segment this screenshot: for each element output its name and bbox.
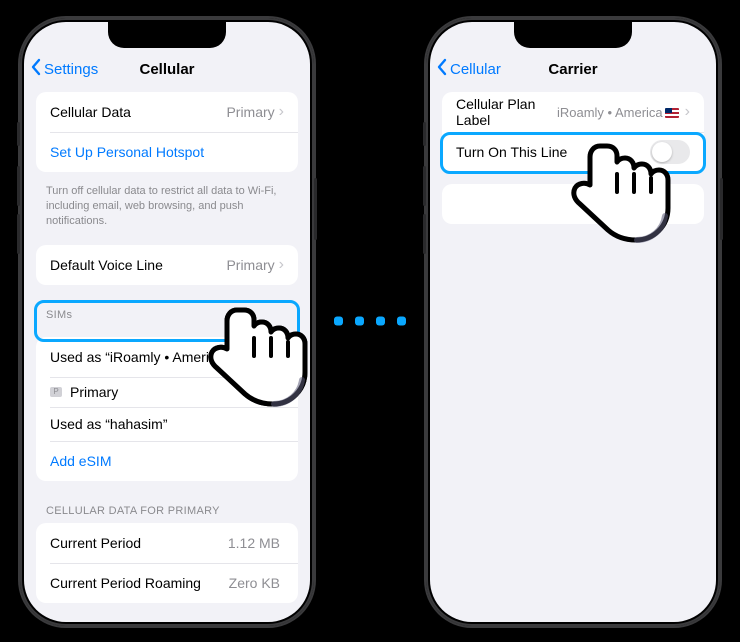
row-sim-iroamly[interactable]: Used as “iRoamly • America” Off ›: [36, 337, 298, 377]
us-flag-icon: [665, 108, 679, 118]
nav-back-label: Cellular: [450, 61, 501, 78]
group-empty: [442, 184, 704, 224]
notch: [514, 22, 632, 48]
group-data-usage: Current Period 1.12 MB Current Period Ro…: [36, 523, 298, 603]
notch: [108, 22, 226, 48]
iphone-frame-right: Cellular Carrier Cellular Plan Label iRo…: [426, 18, 720, 626]
chevron-left-icon: [436, 58, 448, 80]
label: Current Period Roaming: [50, 575, 229, 591]
nav-title: Cellular: [139, 61, 194, 78]
value: Off: [256, 349, 274, 365]
dot-icon: [334, 317, 343, 326]
dot-icon: [376, 317, 385, 326]
chevron-left-icon: [30, 58, 42, 80]
screen-right: Cellular Carrier Cellular Plan Label iRo…: [430, 22, 716, 622]
value: 1.12 MB: [228, 535, 280, 551]
label: Current Period: [50, 535, 228, 551]
group-plan: Cellular Plan Label iRoamly • America › …: [442, 92, 704, 172]
value: iRoamly • America: [557, 105, 681, 120]
volume-down-button: [423, 214, 426, 254]
nav-title: Carrier: [548, 61, 597, 78]
value: Primary: [226, 104, 274, 120]
turn-on-line-toggle[interactable]: [650, 140, 690, 164]
dot-icon: [355, 317, 364, 326]
row-sim-primary-header: P Primary: [36, 377, 298, 407]
iphone-frame-left: Settings Cellular Cellular Data Primary …: [20, 18, 314, 626]
row-sim-hahasim[interactable]: Used as “hahasim”: [36, 407, 298, 441]
nav-back-button[interactable]: Cellular: [436, 58, 501, 80]
label: Cellular Plan Label: [456, 96, 557, 128]
sims-header: SIMs: [24, 297, 310, 325]
label: Default Voice Line: [50, 257, 226, 273]
row-current-period-roaming[interactable]: Current Period Roaming Zero KB: [36, 563, 298, 603]
mute-switch: [17, 122, 20, 146]
progress-dots: [334, 317, 406, 326]
cellular-data-primary-header: CELLULAR DATA FOR PRIMARY: [24, 493, 310, 521]
toggle-knob: [652, 142, 672, 162]
nav-bar: Settings Cellular: [24, 50, 310, 88]
label: Set Up Personal Hotspot: [50, 144, 284, 160]
label: Add eSIM: [50, 453, 284, 469]
chevron-right-icon: ›: [279, 103, 284, 121]
row-cellular-data[interactable]: Cellular Data Primary ›: [36, 92, 298, 132]
dot-icon: [397, 317, 406, 326]
apps-sort-bar: APPS BY USAGE SORT BY NAME: [24, 615, 310, 618]
group-voice-line: Default Voice Line Primary ›: [36, 245, 298, 285]
row-add-esim[interactable]: Add eSIM: [36, 441, 298, 481]
value: Zero KB: [229, 575, 280, 591]
row-default-voice-line[interactable]: Default Voice Line Primary ›: [36, 245, 298, 285]
power-button: [720, 178, 723, 240]
volume-up-button: [17, 166, 20, 206]
group-cellular-data: Cellular Data Primary › Set Up Personal …: [36, 92, 298, 172]
cellular-settings-content: Cellular Data Primary › Set Up Personal …: [24, 88, 310, 618]
row-cellular-plan-label[interactable]: Cellular Plan Label iRoamly • America ›: [442, 92, 704, 132]
us-flag-icon: [226, 353, 240, 363]
label: Used as “iRoamly • America”: [50, 349, 256, 365]
label: Turn On This Line: [456, 144, 650, 160]
volume-down-button: [17, 214, 20, 254]
row-personal-hotspot[interactable]: Set Up Personal Hotspot: [36, 132, 298, 172]
sim-primary-prefix: P Primary: [50, 384, 118, 400]
row-turn-on-this-line[interactable]: Turn On This Line: [442, 132, 704, 172]
cellular-note: Turn off cellular data to restrict all d…: [24, 184, 310, 233]
row-current-period[interactable]: Current Period 1.12 MB: [36, 523, 298, 563]
carrier-settings-content: Cellular Plan Label iRoamly • America › …: [430, 88, 716, 618]
group-sims: Used as “iRoamly • America” Off › P Prim…: [36, 337, 298, 481]
label: Used as “hahasim”: [50, 416, 284, 432]
screen-left: Settings Cellular Cellular Data Primary …: [24, 22, 310, 622]
power-button: [314, 178, 317, 240]
chevron-right-icon: ›: [685, 103, 690, 121]
chevron-right-icon: ›: [279, 256, 284, 274]
sim-chip-icon: P: [50, 387, 62, 397]
value: Primary: [226, 257, 274, 273]
mute-switch: [423, 122, 426, 146]
nav-back-label: Settings: [44, 61, 98, 78]
chevron-right-icon: ›: [279, 348, 284, 366]
volume-up-button: [423, 166, 426, 206]
label: Cellular Data: [50, 104, 226, 120]
nav-bar: Cellular Carrier: [430, 50, 716, 88]
nav-back-button[interactable]: Settings: [30, 58, 98, 80]
